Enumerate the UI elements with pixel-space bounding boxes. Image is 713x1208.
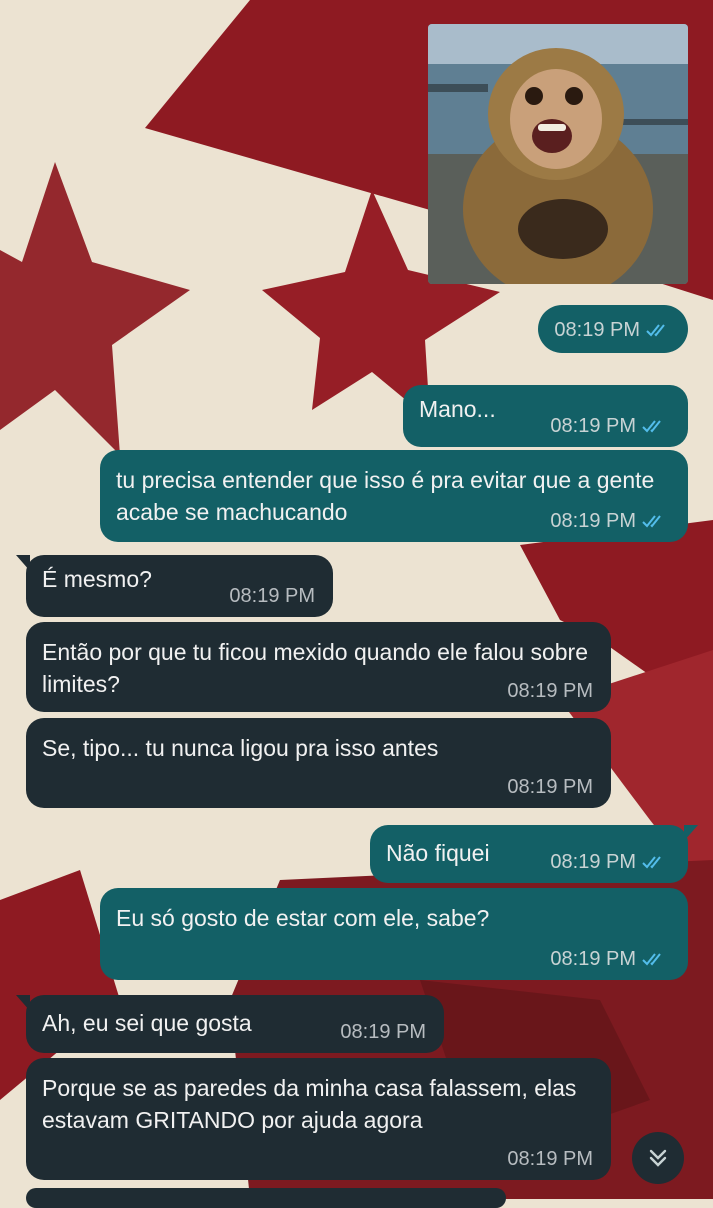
message-text: Porque se as paredes da minha casa falas… (42, 1075, 583, 1133)
message-time: 08:19 PM (550, 510, 636, 532)
message-incoming[interactable]: É mesmo? 08:19 PM (16, 555, 333, 617)
message-incoming[interactable]: Ah, eu sei que gosta 08:19 PM (16, 995, 444, 1053)
double-chevron-down-icon (649, 1149, 667, 1167)
bubble-tail (16, 995, 30, 1011)
message-time: 08:19 PM (507, 680, 593, 702)
image-timestamp-pill: 08:19 PM (538, 305, 688, 353)
double-check-icon (642, 515, 661, 528)
message-outgoing[interactable]: tu precisa entender que isso é pra evita… (100, 450, 688, 542)
message-text: Eu só gosto de estar com ele, sabe? (116, 905, 490, 931)
message-time: 08:19 PM (550, 415, 636, 437)
double-check-icon (642, 953, 661, 966)
message-time: 08:19 PM (554, 319, 640, 341)
double-check-icon (646, 324, 665, 337)
message-text: Se, tipo... tu nunca ligou pra isso ante… (42, 735, 439, 761)
message-incoming[interactable]: Porque se as paredes da minha casa falas… (26, 1058, 611, 1180)
message-time: 08:19 PM (229, 585, 315, 607)
scroll-to-bottom-button[interactable] (632, 1132, 684, 1184)
monkey-image (428, 24, 688, 284)
message-incoming[interactable]: Se, tipo... tu nunca ligou pra isso ante… (26, 718, 611, 808)
message-time: 08:19 PM (507, 1148, 593, 1170)
monkey-photo[interactable] (428, 24, 688, 284)
message-outgoing[interactable]: Eu só gosto de estar com ele, sabe? 08:1… (100, 888, 688, 980)
message-outgoing[interactable]: Mano... 08:19 PM (403, 385, 688, 447)
message-time: 08:19 PM (340, 1021, 426, 1043)
message-time: 08:19 PM (550, 948, 636, 970)
double-check-icon (642, 856, 661, 869)
double-check-icon (642, 420, 661, 433)
next-message-partial (26, 1188, 506, 1208)
message-outgoing[interactable]: Não fiquei 08:19 PM (370, 825, 698, 883)
bubble-tail (16, 555, 30, 571)
bubble-tail (684, 825, 698, 841)
message-time: 08:19 PM (507, 776, 593, 798)
message-incoming[interactable]: Então por que tu ficou mexido quando ele… (26, 622, 611, 712)
message-time: 08:19 PM (550, 851, 636, 873)
